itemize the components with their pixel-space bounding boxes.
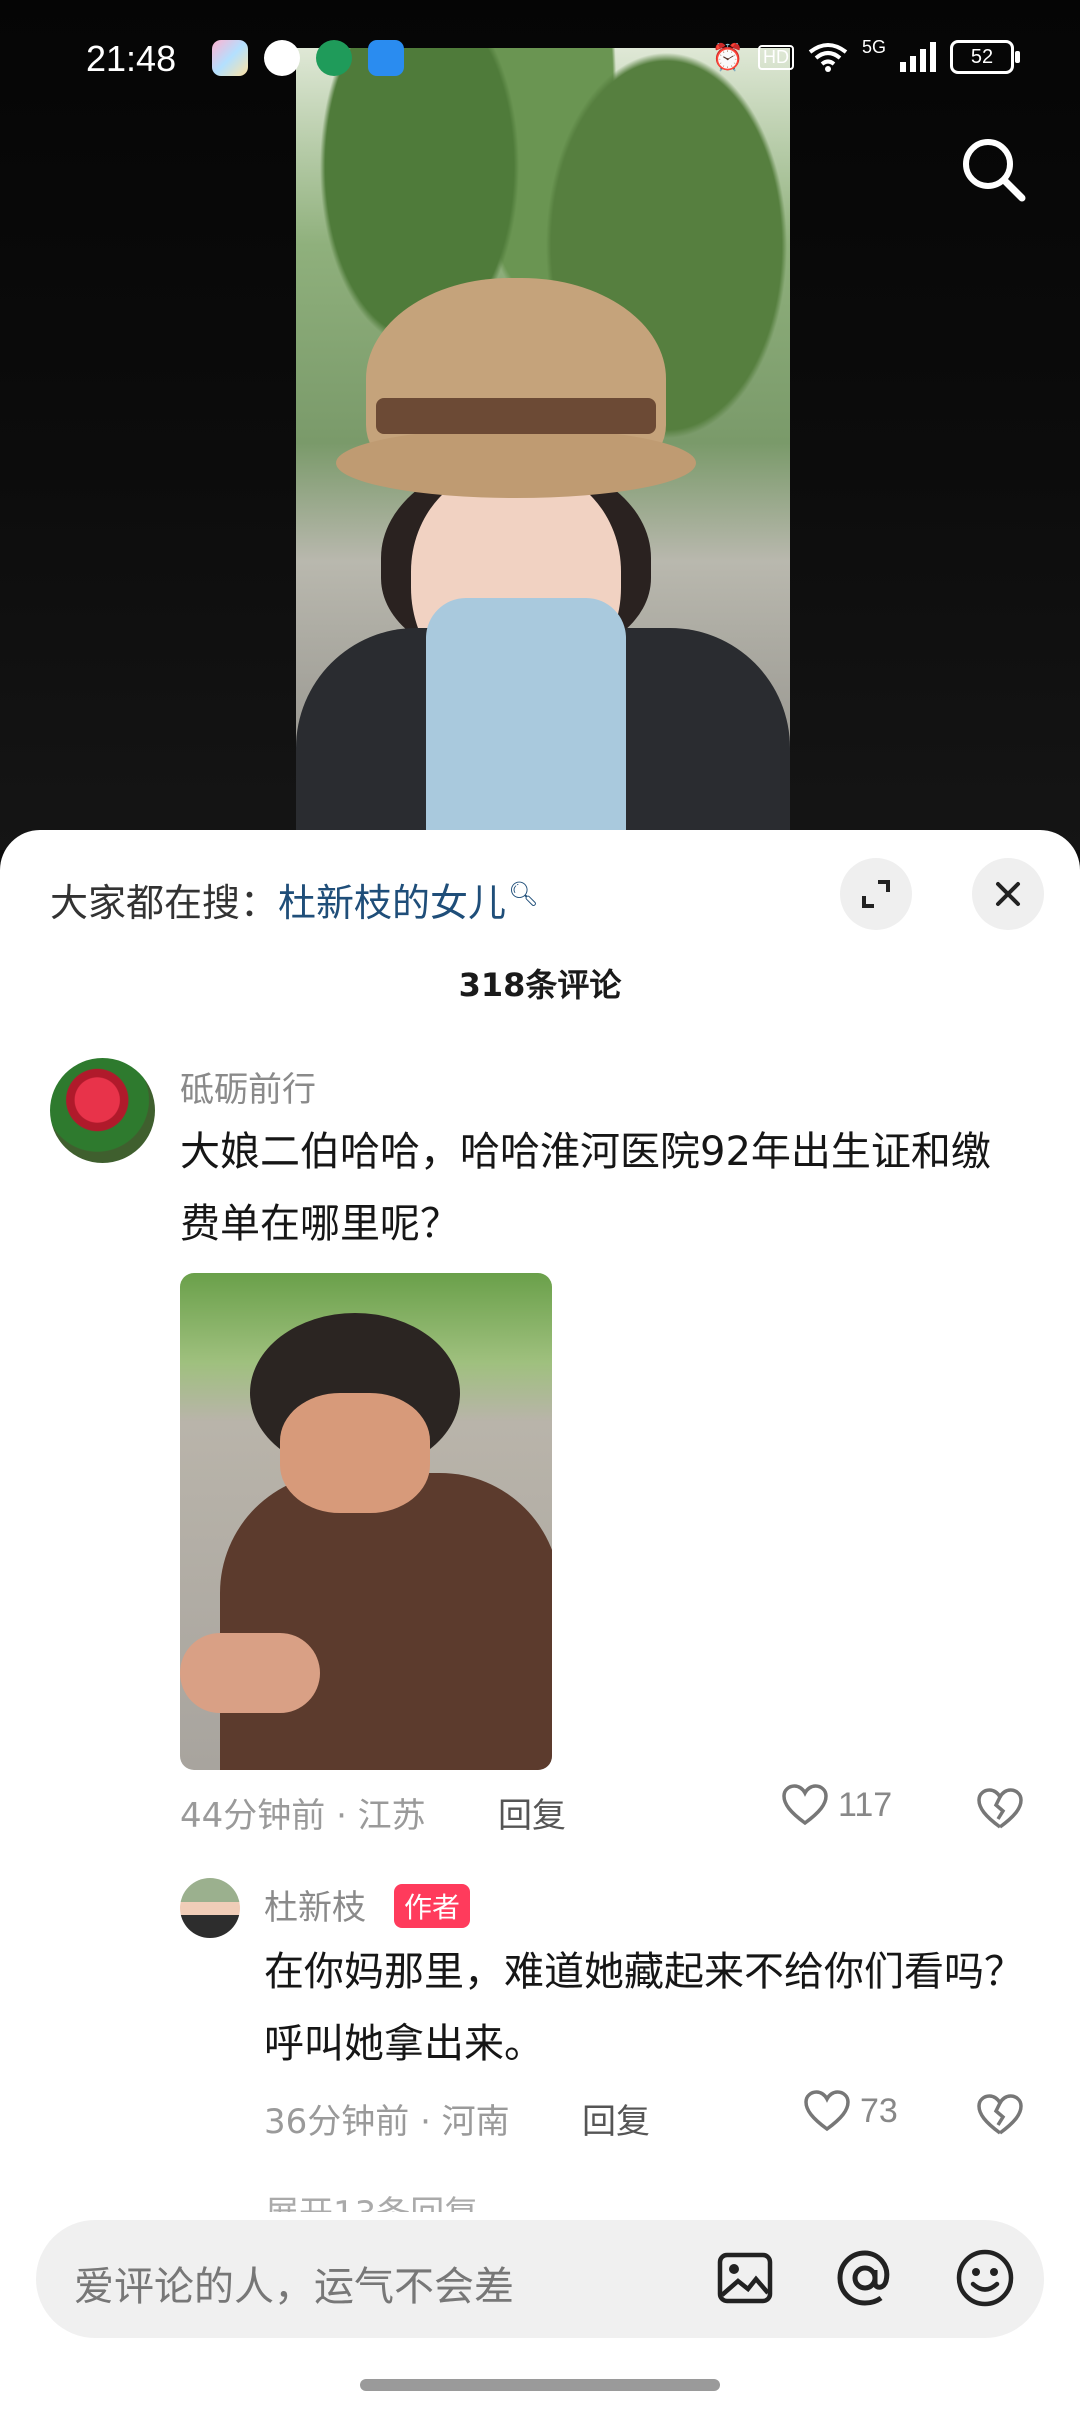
comments-sheet: 大家都在搜：杜新枝的女儿🔍︎ 318条评论 砥砺前行 大娘二伯哈哈，哈哈淮河医院… [0,830,1080,2412]
mention-button[interactable] [832,2245,898,2311]
status-bar: 21:48 ⏰ HD 5G 52 [0,0,1080,120]
reply-username[interactable]: 杜新枝 [264,1880,366,1929]
person-hat-band [376,398,656,434]
reply-button[interactable]: 回复 [498,1788,566,1837]
emoji-button[interactable] [952,2245,1018,2311]
notification-icons [212,40,404,76]
battery-icon: 52 [950,40,1020,74]
comment-image[interactable] [180,1273,552,1770]
like-button[interactable]: 117 [782,1784,892,1826]
broken-heart-icon [977,1788,1023,1829]
trending-search[interactable]: 大家都在搜：杜新枝的女儿🔍︎ [50,872,539,927]
image-face [280,1393,430,1513]
smile-icon [956,2249,1014,2307]
close-button[interactable] [972,858,1044,930]
search-icon [963,139,1026,202]
author-badge: 作者 [394,1884,471,1928]
image-body [220,1473,552,1770]
avatar[interactable] [50,1058,155,1163]
close-icon [996,882,1020,906]
like-button[interactable]: 73 [804,2090,898,2132]
image-button[interactable] [712,2245,778,2311]
avatar[interactable] [180,1878,240,1938]
expand-button[interactable] [840,858,912,930]
network-type: 5G [861,36,886,57]
wifi-icon [808,43,848,72]
video-person [296,278,790,838]
expand-icon [862,880,890,908]
bank-app-icon [316,40,352,76]
like-count: 117 [838,1785,893,1824]
comments-count: 318条评论 [458,966,622,1004]
photos-app-icon [212,40,248,76]
home-indicator[interactable] [360,2379,720,2391]
expand-replies-link[interactable]: 展开13条回复 [265,2186,478,2212]
video-player[interactable] [0,0,1080,850]
image-hands [180,1633,320,1713]
comment-input[interactable]: 爱评论的人，运气不会差 [74,2254,514,2312]
reply-meta: 36分钟前 · 河南 [264,2102,510,2142]
person-hat-brim [336,428,696,498]
heart-icon [804,2090,850,2132]
reply-text[interactable]: 在你妈那里，难道她藏起来不给你们看吗？呼叫她拿出来。 [264,1936,1044,2080]
video-frame[interactable] [296,48,790,838]
status-time: 21:48 [86,38,177,79]
trending-search-icon: 🔍︎ [508,880,539,909]
avatar-app-icon [264,40,300,76]
at-icon [837,2250,890,2306]
status-right: ⏰ HD 5G 52 [711,36,1020,74]
comment-meta: 44分钟前 · 江苏 [180,1796,426,1836]
signal-icon [900,42,936,72]
trending-query-link[interactable]: 杜新枝的女儿 [278,881,506,925]
reply-button[interactable]: 回复 [582,2094,650,2143]
dislike-button[interactable] [976,1787,1024,1835]
broken-heart-icon [977,2094,1023,2135]
blue-app-icon [368,40,404,76]
heart-icon [782,1784,828,1826]
hd-icon: HD [757,44,794,70]
like-count: 73 [860,2091,898,2130]
person-dress [426,598,626,838]
comment-input-bar[interactable]: 爱评论的人，运气不会差 [36,2220,1044,2338]
comment-username[interactable]: 砥砺前行 [180,1062,316,1111]
alarm-icon: ⏰ [711,41,744,72]
dislike-button[interactable] [976,2093,1024,2141]
comment-text[interactable]: 大娘二伯哈哈，哈哈淮河医院92年出生证和缴费单在哪里呢？ [180,1116,1010,1260]
image-icon [717,2252,773,2304]
search-button[interactable] [958,134,1030,206]
trending-prefix: 大家都在搜： [50,881,279,925]
